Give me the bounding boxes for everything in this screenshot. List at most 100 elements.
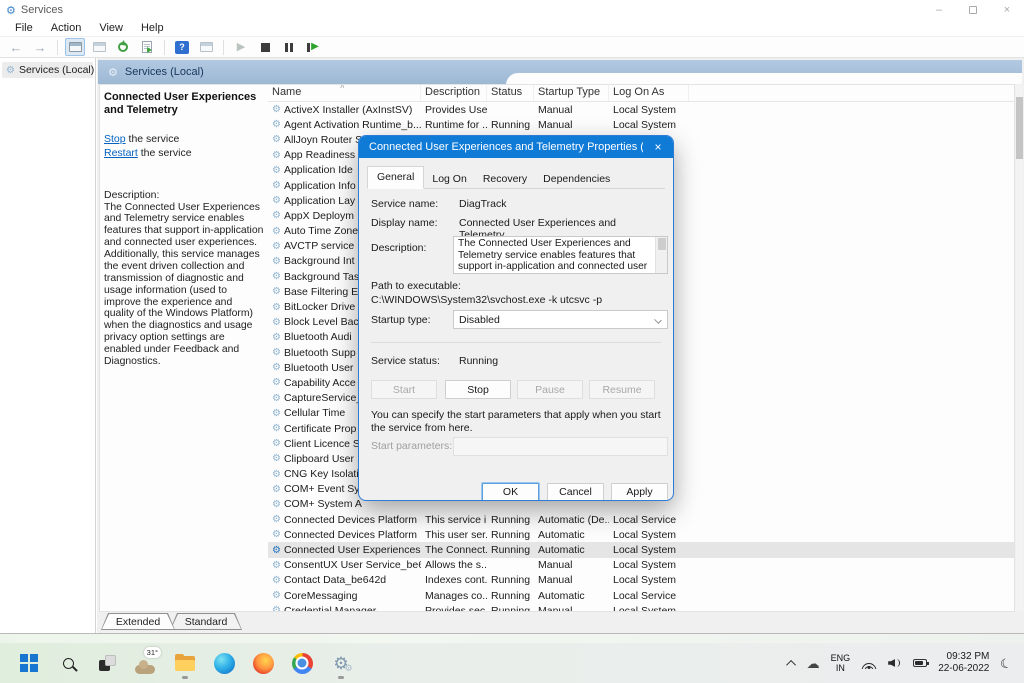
- task-view-button[interactable]: [94, 648, 120, 678]
- description-scrollbar[interactable]: [655, 237, 667, 273]
- properties-button[interactable]: [89, 38, 109, 56]
- table-row[interactable]: ⚙Contact Data_be642d Indexes cont... Run…: [268, 573, 1014, 588]
- column-status[interactable]: Status: [487, 85, 534, 101]
- column-startup-type[interactable]: Startup Type: [534, 85, 609, 101]
- column-description[interactable]: Description: [421, 85, 487, 101]
- chrome-button[interactable]: [289, 648, 315, 678]
- service-gear-icon: ⚙: [272, 469, 281, 480]
- dialog-close-button[interactable]: ×: [643, 136, 673, 158]
- battery-icon[interactable]: [913, 659, 927, 667]
- list-header: Name Description Status Startup Type Log…: [268, 85, 1014, 102]
- services-gear-icon: ⚙: [6, 65, 15, 76]
- start-parameters-input[interactable]: [453, 437, 668, 456]
- search-button[interactable]: [55, 648, 81, 678]
- table-row[interactable]: ⚙Connected User Experiences ... The Conn…: [268, 542, 1014, 557]
- restore-button[interactable]: [956, 0, 990, 20]
- ok-button[interactable]: OK: [482, 483, 539, 501]
- startup-type-dropdown[interactable]: Disabled: [453, 310, 668, 329]
- tab-log-on[interactable]: Log On: [424, 170, 474, 189]
- refresh-button[interactable]: [113, 38, 133, 56]
- show-console-tree-button[interactable]: [65, 38, 85, 56]
- service-gear-icon: ⚙: [272, 484, 281, 495]
- description-textbox[interactable]: The Connected User Experiences and Telem…: [453, 236, 668, 274]
- list-scrollbar[interactable]: [1016, 85, 1023, 611]
- service-gear-icon: ⚙: [272, 241, 281, 252]
- resume-button[interactable]: Resume: [589, 380, 655, 399]
- tab-general[interactable]: General: [367, 166, 424, 189]
- wifi-icon[interactable]: [861, 657, 877, 669]
- widgets-button[interactable]: 31°: [133, 648, 159, 678]
- help-icon: ?: [175, 41, 189, 54]
- start-button[interactable]: [16, 648, 42, 678]
- menu-action[interactable]: Action: [42, 22, 91, 34]
- column-log-on-as[interactable]: Log On As: [609, 85, 689, 101]
- menu-help[interactable]: Help: [132, 22, 173, 34]
- service-gear-icon: ⚙: [272, 195, 281, 206]
- table-row[interactable]: ⚙CoreMessaging Manages co... Running Aut…: [268, 588, 1014, 603]
- tree-item-services-local[interactable]: ⚙ Services (Local): [2, 62, 93, 78]
- banner-label: Services (Local): [125, 66, 204, 78]
- sort-ascending-icon: ˄: [340, 84, 345, 91]
- service-gear-icon: ⚙: [272, 134, 281, 145]
- table-row[interactable]: ⚙ActiveX Installer (AxInstSV) Provides U…: [268, 102, 1014, 117]
- stop-button[interactable]: Stop: [445, 380, 511, 399]
- toolbar-separator: [57, 40, 58, 55]
- service-gear-icon: ⚙: [272, 575, 281, 586]
- scrollbar-thumb[interactable]: [1016, 97, 1023, 159]
- stop-service-link[interactable]: Stop: [104, 133, 126, 145]
- forward-button[interactable]: →: [30, 38, 50, 56]
- onedrive-cloud-icon[interactable]: ☁: [807, 657, 820, 670]
- start-service-button[interactable]: ▶: [231, 38, 251, 56]
- menu-view[interactable]: View: [90, 22, 132, 34]
- close-button[interactable]: ×: [990, 0, 1024, 20]
- firefox-button[interactable]: [250, 648, 276, 678]
- start-button[interactable]: Start: [371, 380, 437, 399]
- service-gear-icon: ⚙: [272, 104, 281, 115]
- tab-extended[interactable]: Extended: [101, 613, 175, 630]
- table-row[interactable]: ⚙Connected Devices Platform ... This use…: [268, 527, 1014, 542]
- export-list-button[interactable]: [137, 38, 157, 56]
- volume-icon[interactable]: [888, 657, 902, 669]
- service-gear-icon: ⚙: [272, 453, 281, 464]
- file-explorer-button[interactable]: [172, 648, 198, 678]
- firefox-icon: [253, 653, 274, 674]
- description-label: Description:: [371, 242, 459, 254]
- tray-overflow-chevron-icon[interactable]: [786, 659, 796, 669]
- toolbar-separator: [223, 40, 224, 55]
- restart-service-button[interactable]: ▶: [303, 38, 323, 56]
- language-indicator[interactable]: ENG IN: [831, 653, 851, 674]
- service-gear-icon: ⚙: [272, 590, 281, 601]
- table-row[interactable]: ⚙ConsentUX User Service_be6... Allows th…: [268, 558, 1014, 573]
- tab-recovery[interactable]: Recovery: [475, 170, 535, 189]
- action-pane-icon: [200, 42, 213, 52]
- edge-button[interactable]: [211, 648, 237, 678]
- clock[interactable]: 09:32 PM 22-06-2022: [938, 651, 989, 676]
- table-row[interactable]: ⚙Credential Manager Provides sec... Runn…: [268, 603, 1014, 612]
- pause-button[interactable]: Pause: [517, 380, 583, 399]
- service-properties-dialog: Connected User Experiences and Telemetry…: [358, 135, 674, 501]
- back-arrow-icon: ←: [10, 41, 23, 54]
- help-button[interactable]: ?: [172, 38, 192, 56]
- back-button[interactable]: ←: [6, 38, 26, 56]
- services-taskbar-button[interactable]: ⚙⚙: [328, 648, 354, 678]
- service-gear-icon: ⚙: [272, 545, 281, 556]
- table-row[interactable]: ⚙Agent Activation Runtime_b... Runtime f…: [268, 117, 1014, 132]
- show-action-pane-button[interactable]: [196, 38, 216, 56]
- tab-dependencies[interactable]: Dependencies: [535, 170, 618, 189]
- service-gear-icon: ⚙: [272, 408, 281, 419]
- console-tree-icon: [69, 42, 82, 52]
- pause-icon: [285, 43, 294, 52]
- service-gear-icon: ⚙: [272, 499, 281, 510]
- apply-button[interactable]: Apply: [611, 483, 668, 501]
- dialog-tabs: General Log On Recovery Dependencies: [367, 168, 665, 189]
- menu-file[interactable]: File: [6, 22, 42, 34]
- pause-service-button[interactable]: [279, 38, 299, 56]
- minimize-button[interactable]: –: [922, 0, 956, 20]
- focus-assist-moon-icon[interactable]: ☾: [999, 655, 1014, 671]
- table-row[interactable]: ⚙Connected Devices Platform ... This ser…: [268, 512, 1014, 527]
- cancel-button[interactable]: Cancel: [547, 483, 604, 501]
- stop-service-button[interactable]: [255, 38, 275, 56]
- display-name-label: Display name:: [371, 217, 459, 241]
- tab-standard[interactable]: Standard: [170, 613, 242, 630]
- restart-service-link[interactable]: Restart: [104, 147, 138, 159]
